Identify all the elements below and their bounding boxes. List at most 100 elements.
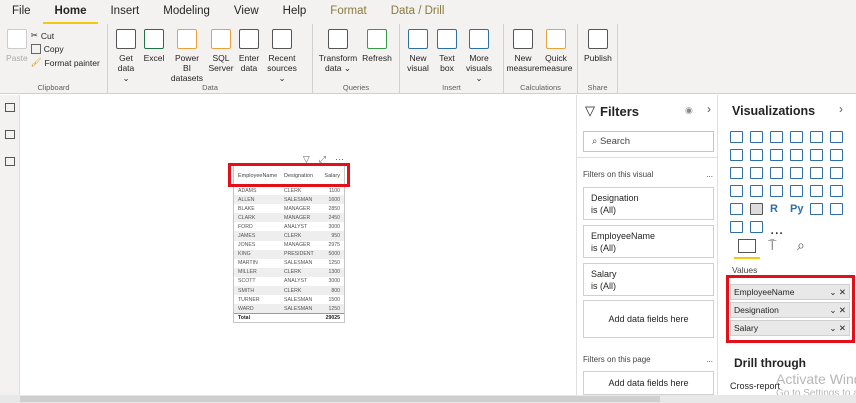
- total-label: Total: [238, 315, 251, 322]
- visual-type-icon[interactable]: [810, 203, 823, 215]
- add-page-filter-drop[interactable]: Add data fields here: [583, 371, 714, 395]
- table-row[interactable]: KING PRESIDENT 5000: [234, 249, 344, 259]
- more-icon[interactable]: ...: [706, 170, 713, 179]
- filter-card-salary[interactable]: Salary is (All): [583, 263, 714, 296]
- python-visual-icon[interactable]: Py: [790, 203, 803, 215]
- visual-type-icon[interactable]: [830, 203, 843, 215]
- add-visual-filter-drop[interactable]: Add data fields here: [583, 300, 714, 338]
- table-row[interactable]: TURNER SALESMAN 1500: [234, 295, 344, 304]
- table-row[interactable]: MILLER CLERK 1300: [234, 267, 344, 277]
- visual-type-icon[interactable]: [750, 185, 763, 197]
- visual-type-icon[interactable]: [750, 203, 763, 215]
- chevron-right-icon[interactable]: ›: [839, 102, 843, 116]
- paste-icon: [6, 29, 27, 49]
- tab-insert[interactable]: Insert: [98, 0, 151, 24]
- ribbon-tabs: File Home Insert Modeling View Help Form…: [0, 0, 856, 24]
- visual-type-icon[interactable]: [750, 131, 763, 143]
- visual-type-icon[interactable]: [730, 185, 743, 197]
- refresh-label: Refresh: [362, 53, 392, 63]
- model-view-icon[interactable]: [4, 157, 15, 166]
- more-visuals-icon[interactable]: ...: [770, 221, 783, 238]
- filter-icon: ▽: [585, 103, 595, 118]
- table-row[interactable]: MARTIN SALESMAN 1250: [234, 259, 344, 268]
- visual-type-icon[interactable]: [810, 185, 823, 197]
- total-row: Total 29025: [234, 313, 344, 323]
- table-cell: CLARK: [238, 214, 256, 221]
- visual-type-icon[interactable]: [770, 167, 783, 179]
- visual-type-icon[interactable]: [790, 131, 803, 143]
- visual-type-icon[interactable]: [770, 149, 783, 161]
- table-row[interactable]: CLARK MANAGER 2450: [234, 213, 344, 223]
- table-row[interactable]: ADAMS CLERK 1100: [234, 186, 344, 195]
- quick-measure-label: Quick measure: [539, 53, 573, 73]
- table-cell: 950: [331, 233, 340, 240]
- power-bi-datasets-label: Power BI datasets: [170, 53, 204, 83]
- visual-type-icon[interactable]: [810, 149, 823, 161]
- format-paint-roller-icon[interactable]: ⍑: [768, 237, 776, 254]
- visual-type-icon[interactable]: [750, 149, 763, 161]
- values-label: Values: [732, 265, 758, 275]
- table-cell: MANAGER: [284, 214, 311, 221]
- table-row[interactable]: SMITH CLERK 800: [234, 286, 344, 296]
- calculations-group: New measure Quick measure Calculations: [504, 24, 578, 94]
- visual-type-icon[interactable]: [830, 149, 843, 161]
- filter-card-designation[interactable]: Designation is (All): [583, 187, 714, 220]
- table-cell: CLERK: [284, 187, 302, 194]
- data-view-icon[interactable]: [4, 130, 15, 139]
- table-row[interactable]: SCOTT ANALYST 3000: [234, 277, 344, 286]
- table-icon: [239, 29, 259, 49]
- visual-type-icon[interactable]: [730, 167, 743, 179]
- brush-icon: 🖌: [30, 57, 42, 67]
- report-view-icon[interactable]: [4, 103, 15, 112]
- filter-name: EmployeeName: [591, 231, 656, 241]
- table-row[interactable]: BLAKE MANAGER 2850: [234, 204, 344, 213]
- visual-type-icon[interactable]: [770, 185, 783, 197]
- cut-button[interactable]: ✂ Cut: [31, 30, 100, 41]
- tab-view[interactable]: View: [222, 0, 271, 24]
- copy-button[interactable]: Copy: [30, 44, 100, 54]
- chevron-right-icon[interactable]: ›: [707, 102, 711, 116]
- more-icon[interactable]: ...: [706, 355, 713, 364]
- tab-file[interactable]: File: [0, 0, 43, 24]
- format-painter-button[interactable]: 🖌 Format painter: [31, 57, 100, 68]
- visual-type-icon[interactable]: [810, 131, 823, 143]
- tab-home[interactable]: Home: [42, 0, 99, 24]
- tab-modeling[interactable]: Modeling: [151, 0, 222, 24]
- visual-type-icon[interactable]: [790, 149, 803, 161]
- filters-search-input[interactable]: ⌕ Search: [583, 131, 714, 152]
- tab-help[interactable]: Help: [271, 0, 319, 24]
- visual-type-icon[interactable]: [730, 221, 743, 233]
- table-row[interactable]: JONES MANAGER 2975: [234, 241, 344, 250]
- visual-type-icon[interactable]: [790, 185, 803, 197]
- visual-type-icon[interactable]: [830, 131, 843, 143]
- publish-icon: [587, 29, 608, 49]
- visual-type-icon[interactable]: [750, 167, 763, 179]
- r-visual-icon[interactable]: R: [770, 203, 783, 215]
- table-row[interactable]: WARD SALESMAN 1250: [234, 304, 344, 314]
- visual-type-icon[interactable]: [790, 167, 803, 179]
- table-cell: ALLEN: [238, 196, 255, 203]
- filter-card-employeename[interactable]: EmployeeName is (All): [583, 225, 714, 258]
- table-row[interactable]: JAMES CLERK 950: [234, 231, 344, 241]
- table-row[interactable]: FORD ANALYST 3000: [234, 222, 344, 231]
- scrollbar-thumb[interactable]: [20, 396, 660, 402]
- visual-type-icon[interactable]: [810, 167, 823, 179]
- visual-type-icon[interactable]: [730, 131, 743, 143]
- table-visual[interactable]: ▽ ⤢ ⋯ EmployeeName Designation Salary ADAM…: [233, 154, 345, 323]
- visual-type-icon[interactable]: [730, 149, 743, 161]
- visual-type-icon[interactable]: [830, 185, 843, 197]
- visual-type-icon[interactable]: [770, 131, 783, 143]
- eye-icon[interactable]: ◉: [685, 105, 693, 116]
- filter-name: Designation: [591, 193, 639, 203]
- visual-type-icon[interactable]: [730, 203, 743, 215]
- tab-format[interactable]: Format: [318, 0, 378, 24]
- visual-type-icon[interactable]: [830, 167, 843, 179]
- tab-data-drill[interactable]: Data / Drill: [379, 0, 457, 24]
- fields-icon[interactable]: [738, 239, 756, 253]
- analytics-icon[interactable]: ⌕: [797, 237, 805, 254]
- table-cell: 3000: [328, 223, 340, 230]
- horizontal-scrollbar[interactable]: [0, 395, 856, 403]
- table-row[interactable]: ALLEN SALESMAN 1600: [234, 195, 344, 205]
- filters-on-page-label: Filters on this page: [583, 355, 651, 364]
- visual-type-icon[interactable]: [750, 221, 763, 233]
